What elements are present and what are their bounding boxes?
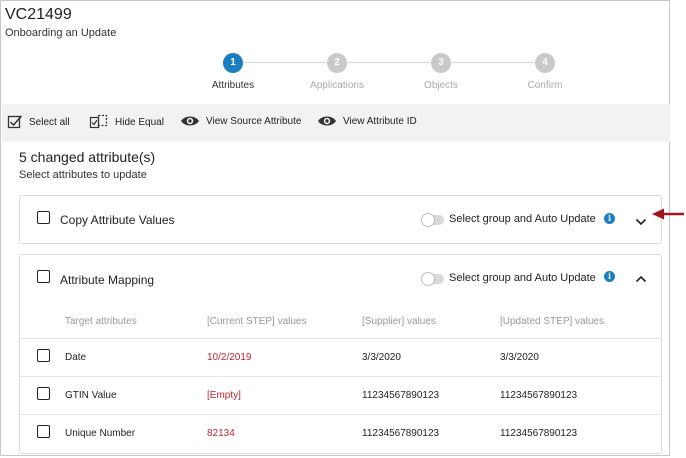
toolbar: Select all Hide Equal View Source Attrib… xyxy=(2,104,670,142)
step-confirm[interactable]: 4 Confirm xyxy=(500,53,590,91)
cell-supplier: 3/3/2020 xyxy=(362,352,401,363)
select-all-label: Select all xyxy=(29,116,70,128)
cell-supplier: 11234567890123 xyxy=(362,428,440,439)
chevron-up-icon[interactable] xyxy=(635,271,647,289)
cell-current: 10/2/2019 xyxy=(207,352,252,363)
step-label: Objects xyxy=(424,80,458,91)
cell-supplier: 11234567890123 xyxy=(362,390,440,401)
info-icon[interactable]: i xyxy=(604,213,615,224)
group-checkbox[interactable] xyxy=(37,270,50,283)
column-header-updated: [Updated STEP] values xyxy=(500,316,604,327)
compare-icon xyxy=(89,114,109,130)
row-checkbox[interactable] xyxy=(37,425,50,438)
eye-icon xyxy=(317,114,337,128)
annotation-arrow-icon xyxy=(651,207,685,226)
step-number: 2 xyxy=(327,53,347,73)
view-attribute-id-label: View Attribute ID xyxy=(343,115,417,127)
onboarding-window: VC21499 Onboarding an Update 1 Attribute… xyxy=(0,0,670,456)
view-attribute-id-button[interactable]: View Attribute ID xyxy=(317,114,417,128)
cell-target: GTIN Value xyxy=(65,390,117,401)
step-number: 4 xyxy=(535,53,555,73)
changed-count-subtitle: Select attributes to update xyxy=(19,169,147,181)
cell-target: Date xyxy=(65,352,87,363)
column-header-supplier: [Supplier] values xyxy=(362,316,436,327)
cell-current: [Empty] xyxy=(207,390,241,401)
step-label: Confirm xyxy=(527,80,563,91)
table-row: Unique Number 82134 11234567890123 11234… xyxy=(20,414,661,452)
table-row: GTIN Value [Empty] 11234567890123 112345… xyxy=(20,376,661,414)
toggle-knob xyxy=(421,272,435,286)
group-title: Copy Attribute Values xyxy=(60,213,175,227)
step-attributes[interactable]: 1 Attributes xyxy=(188,53,278,91)
table-row: Date 10/2/2019 3/3/2020 3/3/2020 xyxy=(20,338,661,376)
cell-updated: 11234567890123 xyxy=(500,428,578,439)
toggle-knob xyxy=(421,213,435,227)
hide-equal-button[interactable]: Hide Equal xyxy=(89,114,164,130)
auto-update-label: Select group and Auto Update xyxy=(449,213,596,225)
group-checkbox[interactable] xyxy=(37,211,50,224)
cell-updated: 11234567890123 xyxy=(500,390,578,401)
page-subtitle: Onboarding an Update xyxy=(5,27,117,39)
auto-update-toggle[interactable] xyxy=(421,213,444,227)
row-checkbox[interactable] xyxy=(37,387,50,400)
group-attribute-mapping: Attribute Mapping Select group and Auto … xyxy=(19,254,662,454)
step-label: Applications xyxy=(310,80,364,91)
step-objects[interactable]: 3 Objects xyxy=(396,53,486,91)
column-header-current: [Current STEP] values xyxy=(207,316,307,327)
group-copy-attribute-values: Copy Attribute Values Select group and A… xyxy=(19,195,662,244)
group-title: Attribute Mapping xyxy=(60,273,155,287)
cell-current: 82134 xyxy=(207,428,235,439)
step-number: 3 xyxy=(431,53,451,73)
column-header-target: Target attributes xyxy=(65,316,137,327)
eye-icon xyxy=(180,114,200,128)
info-icon[interactable]: i xyxy=(604,271,615,282)
step-label: Attributes xyxy=(211,80,255,91)
cell-target: Unique Number xyxy=(65,428,136,439)
changed-count-title: 5 changed attribute(s) xyxy=(19,149,156,165)
view-source-attribute-label: View Source Attribute xyxy=(206,115,302,127)
page-title: VC21499 xyxy=(5,6,72,23)
checkbox-checked-icon xyxy=(7,114,23,130)
view-source-attribute-button[interactable]: View Source Attribute xyxy=(180,114,301,128)
step-applications[interactable]: 2 Applications xyxy=(292,53,382,91)
row-checkbox[interactable] xyxy=(37,349,50,362)
auto-update-toggle[interactable] xyxy=(421,272,444,286)
select-all-button[interactable]: Select all xyxy=(7,114,70,130)
cell-updated: 3/3/2020 xyxy=(500,352,539,363)
chevron-down-icon[interactable] xyxy=(635,214,647,232)
hide-equal-label: Hide Equal xyxy=(115,116,164,128)
auto-update-label: Select group and Auto Update xyxy=(449,272,596,284)
step-number: 1 xyxy=(223,53,243,73)
